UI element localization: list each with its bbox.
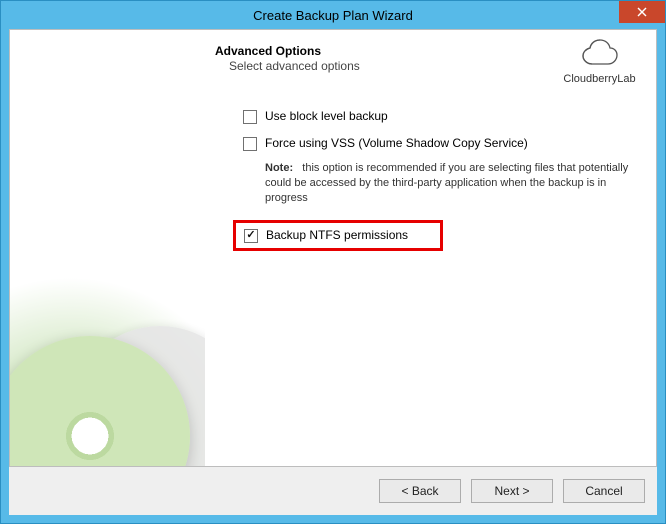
wizard-window: Create Backup Plan Wizard Advanced Optio…	[0, 0, 666, 524]
cancel-button[interactable]: Cancel	[563, 479, 645, 503]
client-area: Advanced Options Select advanced options…	[9, 29, 657, 515]
option-ntfs-permissions-highlight: Backup NTFS permissions	[233, 220, 443, 251]
vss-note: Note: this option is recommended if you …	[265, 161, 634, 206]
cloud-icon	[578, 38, 622, 72]
ntfs-permissions-label: Backup NTFS permissions	[266, 228, 408, 242]
option-force-vss: Force using VSS (Volume Shadow Copy Serv…	[243, 136, 638, 151]
window-close-button[interactable]	[619, 1, 665, 23]
next-button[interactable]: Next >	[471, 479, 553, 503]
force-vss-label: Force using VSS (Volume Shadow Copy Serv…	[265, 136, 528, 150]
force-vss-checkbox[interactable]	[243, 137, 257, 151]
main-area: Advanced Options Select advanced options…	[205, 30, 656, 466]
block-level-label: Use block level backup	[265, 109, 388, 123]
close-icon	[637, 7, 647, 17]
block-level-checkbox[interactable]	[243, 110, 257, 124]
ntfs-permissions-checkbox[interactable]	[244, 229, 258, 243]
window-title: Create Backup Plan Wizard	[1, 8, 665, 23]
content-panel: Advanced Options Select advanced options…	[9, 29, 657, 467]
vss-note-text: this option is recommended if you are se…	[265, 162, 628, 204]
brand-logo: CloudberryLab	[557, 38, 642, 85]
titlebar: Create Backup Plan Wizard	[1, 1, 665, 29]
back-button[interactable]: < Back	[379, 479, 461, 503]
option-block-level: Use block level backup	[243, 109, 638, 124]
vss-note-label: Note:	[265, 162, 293, 174]
wizard-button-row: < Back Next > Cancel	[9, 467, 657, 515]
brand-text: CloudberryLab	[557, 73, 642, 85]
wizard-header: Advanced Options Select advanced options…	[205, 30, 656, 79]
options-area: Use block level backup Force using VSS (…	[205, 79, 656, 273]
wizard-side-art	[10, 30, 205, 466]
